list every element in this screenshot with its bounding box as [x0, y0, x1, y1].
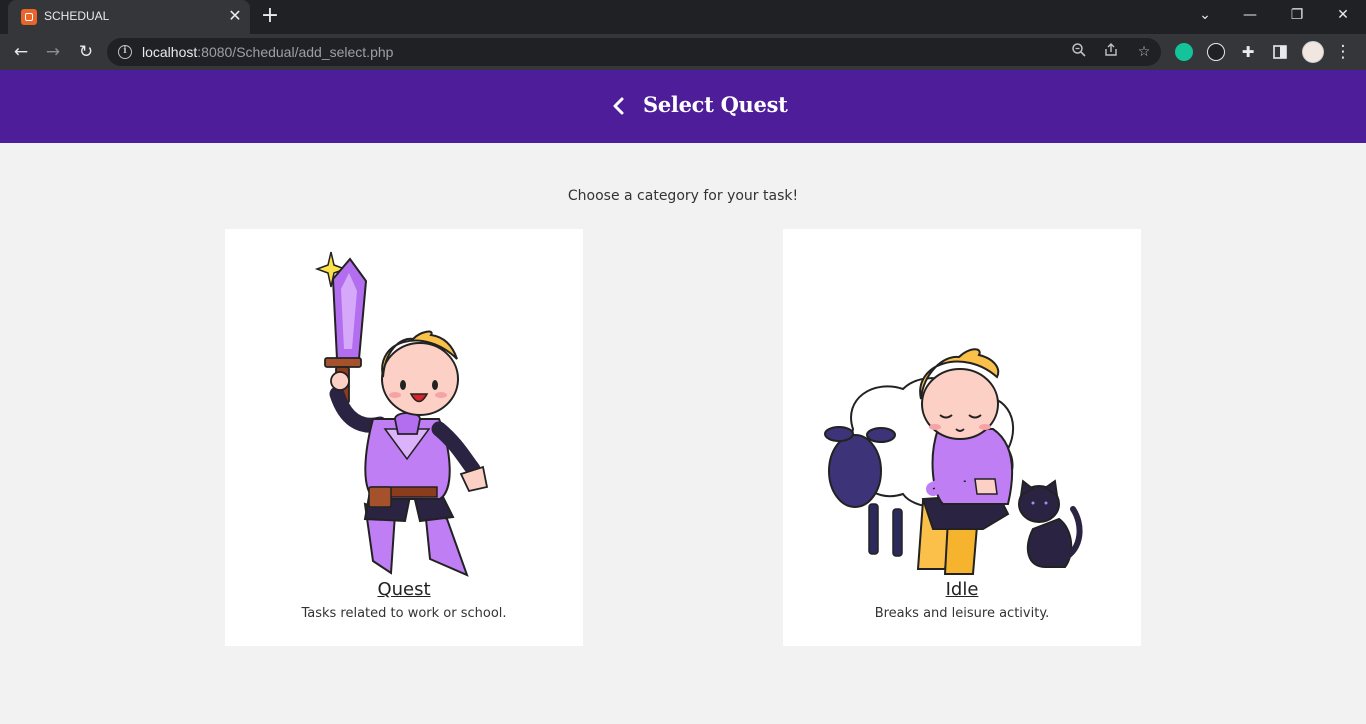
- w-extension-icon[interactable]: [1207, 43, 1225, 61]
- idle-card-title[interactable]: Idle: [783, 579, 1141, 600]
- xampp-favicon-icon: [21, 9, 37, 25]
- reload-icon[interactable]: ↻: [74, 40, 98, 64]
- zoom-icon[interactable]: [1069, 42, 1089, 62]
- extensions-puzzle-icon[interactable]: ✚: [1236, 40, 1260, 64]
- tab-search-chevron-icon[interactable]: ⌄: [1191, 5, 1219, 25]
- instruction-text: Choose a category for your task!: [567, 188, 799, 204]
- back-chevron-icon[interactable]: [608, 95, 630, 117]
- profile-avatar[interactable]: [1302, 41, 1324, 63]
- tab-title: SCHEDUAL: [44, 9, 110, 23]
- quest-card[interactable]: Quest Tasks related to work or school.: [225, 229, 583, 646]
- browser-menu-icon[interactable]: ⋮: [1331, 40, 1355, 64]
- bookmark-star-icon[interactable]: ☆: [1134, 42, 1154, 62]
- minimize-icon[interactable]: —: [1236, 5, 1264, 25]
- quest-card-description: Tasks related to work or school.: [301, 606, 507, 621]
- idle-card-description: Breaks and leisure activity.: [874, 606, 1050, 621]
- tab-close-icon[interactable]: ✕: [226, 6, 244, 26]
- browser-tab-strip: SCHEDUAL ✕ + ⌄ — ❐ ✕: [0, 0, 1366, 34]
- grammarly-extension-icon[interactable]: [1175, 43, 1193, 61]
- idle-card[interactable]: Idle Breaks and leisure activity.: [783, 229, 1141, 646]
- back-arrow-icon[interactable]: ←: [9, 40, 33, 64]
- app-header: Select Quest: [0, 70, 1366, 143]
- close-window-icon[interactable]: ✕: [1329, 5, 1357, 25]
- quest-card-title[interactable]: Quest: [225, 579, 583, 600]
- site-info-icon[interactable]: i: [118, 45, 132, 59]
- url-text: localhost:8080/Schedual/add_select.php: [142, 44, 394, 60]
- restore-icon[interactable]: ❐: [1283, 5, 1311, 25]
- share-icon[interactable]: [1101, 42, 1121, 62]
- new-tab-icon[interactable]: +: [259, 5, 281, 27]
- browser-toolbar: ← → ↻ i localhost:8080/Schedual/add_sele…: [0, 34, 1366, 70]
- page-title: Select Quest: [643, 92, 788, 117]
- resting-with-sheep-illustration: [824, 348, 1083, 575]
- forward-arrow-icon[interactable]: →: [41, 40, 65, 64]
- browser-tab[interactable]: SCHEDUAL ✕: [8, 0, 250, 34]
- side-panel-icon[interactable]: [1268, 40, 1292, 64]
- address-bar[interactable]: i localhost:8080/Schedual/add_select.php…: [107, 38, 1161, 66]
- knight-with-sword-illustration: [314, 251, 489, 577]
